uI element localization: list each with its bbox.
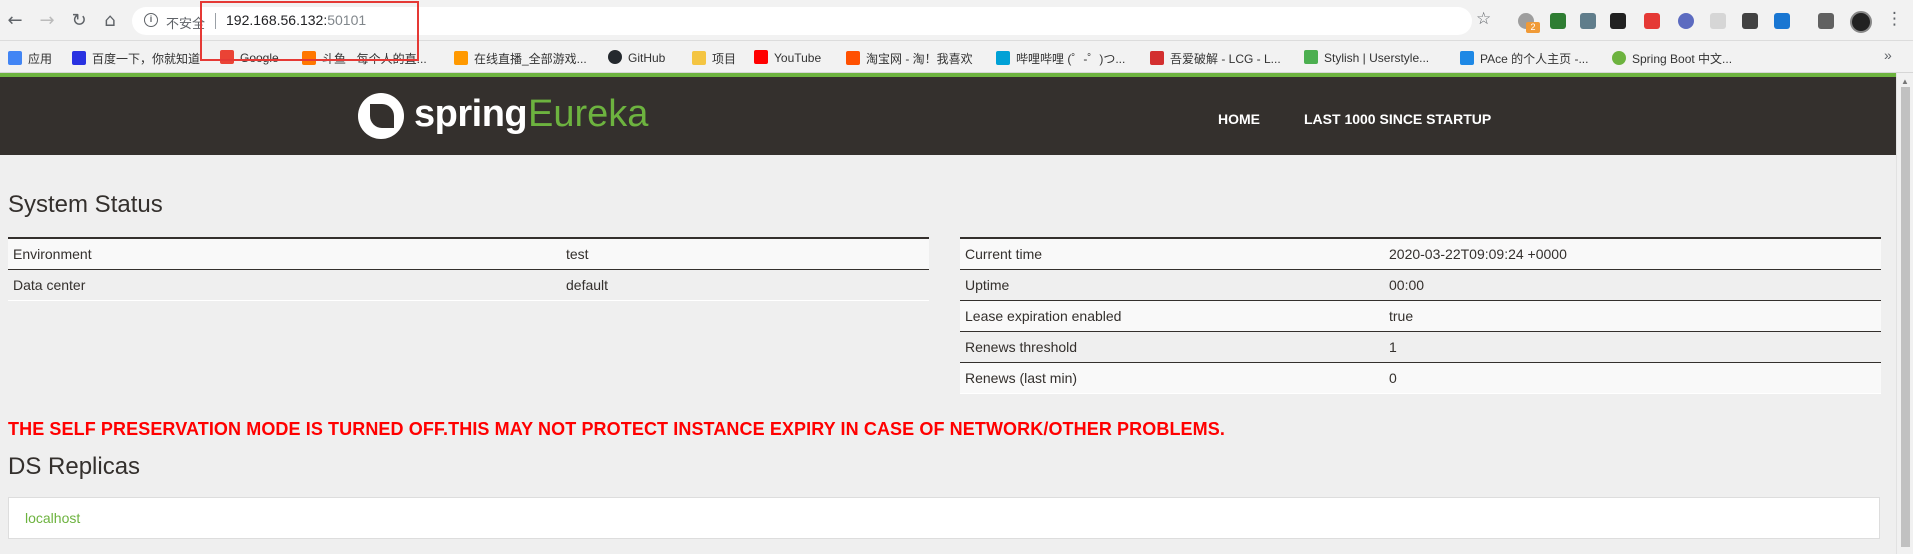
bookmark-label: 吾爱破解 - LCG - L... [1170, 52, 1281, 66]
bookmark-label: 哔哩哔哩 (゜-゜)つ... [1016, 52, 1126, 66]
bilibili-icon [996, 51, 1010, 65]
table-row: Lease expiration enabled true [960, 299, 1881, 331]
taobao-icon [846, 51, 860, 65]
table-row: Renews (last min) 0 [960, 361, 1881, 394]
table-row: Environment test [8, 237, 929, 269]
logo-spring-text[interactable]: spring [414, 93, 528, 136]
nav-home[interactable]: HOME [1218, 111, 1260, 127]
bookmark-label: 淘宝网 - 淘！我喜欢 [866, 52, 973, 66]
52pojie-icon [1150, 51, 1164, 65]
system-status-right-table: Current time 2020-03-22T09:09:24 +0000 U… [960, 237, 1881, 394]
page-content: spring Eureka HOME LAST 1000 SINCE START… [0, 73, 1896, 554]
bookmark-item[interactable]: 哔哩哔哩 (゜-゜)つ... [996, 50, 1125, 67]
extension-icon[interactable] [1580, 13, 1596, 29]
extension-icon[interactable] [1644, 13, 1660, 29]
ds-replicas-title: DS Replicas [8, 453, 141, 480]
bookmark-label: PAce 的个人主页 -... [1480, 52, 1589, 66]
scroll-up-icon[interactable]: ▲ [1901, 77, 1909, 86]
bookmark-item[interactable]: 百度一下，你就知道 [72, 50, 200, 67]
leaf-icon [370, 104, 394, 128]
status-key: Renews (last min) [960, 361, 1384, 394]
bookmark-item[interactable]: 应用 [8, 50, 52, 67]
page-scrollbar[interactable]: ▲ [1896, 73, 1913, 554]
bookmark-label: 应用 [28, 52, 53, 66]
extension-icon[interactable] [1742, 13, 1758, 29]
bookmark-item[interactable]: 项目 [692, 50, 736, 67]
extension-icon[interactable] [1610, 13, 1626, 29]
home-icon[interactable]: ⌂ [99, 10, 121, 32]
extension-badge: 2 [1526, 22, 1540, 33]
pace-icon [1460, 51, 1474, 65]
self-preservation-warning: THE SELF PRESERVATION MODE IS TURNED OFF… [8, 419, 1225, 439]
reading-list-icon[interactable] [1818, 13, 1834, 29]
eureka-header: spring Eureka HOME LAST 1000 SINCE START… [0, 77, 1896, 155]
table-row: Data center default [8, 268, 929, 301]
bookmark-item[interactable]: YouTube [754, 50, 821, 65]
status-value: 00:00 [1384, 268, 1881, 300]
forward-icon[interactable]: → [36, 10, 58, 32]
bookmark-item[interactable]: 吾爱破解 - LCG - L... [1150, 50, 1281, 67]
live-icon [454, 51, 468, 65]
scroll-thumb[interactable] [1901, 87, 1910, 547]
spring-logo-icon[interactable] [358, 93, 404, 139]
github-icon [608, 50, 622, 64]
bookmark-label: YouTube [774, 51, 822, 65]
status-value: test [561, 237, 929, 269]
folder-icon [692, 51, 706, 65]
apps-icon [8, 51, 22, 65]
bookmark-item[interactable]: Spring Boot 中文... [1612, 50, 1732, 67]
profile-avatar[interactable] [1850, 11, 1872, 33]
back-icon[interactable]: ← [4, 10, 26, 32]
bookmark-label: 百度一下，你就知道 [92, 52, 201, 66]
more-bookmarks-icon[interactable]: » [1884, 47, 1892, 63]
table-row: Current time 2020-03-22T09:09:24 +0000 [960, 237, 1881, 269]
status-key: Data center [8, 268, 561, 301]
stylish-icon [1304, 50, 1318, 64]
menu-icon[interactable]: ⋮ [1886, 9, 1903, 29]
status-key: Uptime [960, 268, 1384, 300]
bookmark-star-icon[interactable]: ☆ [1476, 9, 1491, 29]
ds-replicas-list: localhost [8, 497, 1880, 539]
replica-link-localhost[interactable]: localhost [25, 510, 80, 526]
extension-icon[interactable] [1710, 13, 1726, 29]
status-value: 1 [1384, 330, 1881, 362]
status-value: 0 [1384, 361, 1881, 394]
status-key: Lease expiration enabled [960, 299, 1384, 331]
status-value: 2020-03-22T09:09:24 +0000 [1384, 237, 1881, 269]
bookmark-label: 项目 [712, 52, 737, 66]
extension-icon[interactable] [1550, 13, 1566, 29]
bookmark-item[interactable]: 在线直播_全部游戏... [454, 50, 587, 67]
bookmark-label: GitHub [628, 51, 666, 65]
status-key: Current time [960, 237, 1384, 269]
bookmark-item[interactable]: PAce 的个人主页 -... [1460, 50, 1588, 67]
system-status-left-table: Environment test Data center default [8, 237, 929, 301]
status-value: true [1384, 299, 1881, 331]
youtube-icon [754, 50, 768, 64]
bookmark-label: Spring Boot 中文... [1632, 52, 1733, 66]
bookmark-label: 在线直播_全部游戏... [474, 52, 587, 66]
status-key: Environment [8, 237, 561, 269]
system-status-title: System Status [8, 191, 163, 218]
logo-eureka-text[interactable]: Eureka [528, 93, 648, 136]
reload-icon[interactable]: ↻ [68, 10, 90, 32]
bookmark-label: Stylish | Userstyle... [1324, 51, 1430, 65]
bookmark-item[interactable]: Stylish | Userstyle... [1304, 50, 1429, 65]
status-key: Renews threshold [960, 330, 1384, 362]
spring-boot-icon [1612, 51, 1626, 65]
table-row: Renews threshold 1 [960, 330, 1881, 362]
bookmark-item[interactable]: 淘宝网 - 淘！我喜欢 [846, 50, 973, 67]
status-value: default [561, 268, 929, 301]
nav-last-1000[interactable]: LAST 1000 SINCE STARTUP [1304, 111, 1491, 127]
extension-icon[interactable] [1678, 13, 1694, 29]
table-row: Uptime 00:00 [960, 268, 1881, 300]
info-icon[interactable]: i [144, 13, 158, 27]
url-highlight-box [200, 1, 419, 61]
bookmark-item[interactable]: GitHub [608, 50, 665, 65]
baidu-icon [72, 51, 86, 65]
extension-icon[interactable] [1774, 13, 1790, 29]
